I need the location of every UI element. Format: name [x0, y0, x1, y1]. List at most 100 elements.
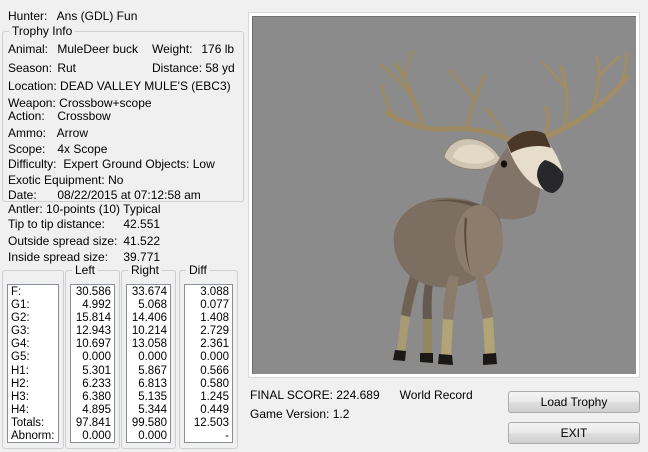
location-label: Location: [8, 79, 57, 93]
exit-button[interactable]: EXIT [508, 422, 640, 444]
measure-labels-listbox[interactable]: F: G1: G2: G3: G4: G5: H1: H2: H3: H4: T… [7, 284, 59, 443]
right-value: 10.214 [131, 325, 167, 338]
left-values-listbox[interactable]: 30.586 4.992 15.814 12.943 10.697 0.000 … [70, 284, 115, 443]
tip-to-tip-label: Tip to tip distance: [8, 217, 105, 231]
measure-row-label: G1: [11, 299, 30, 312]
left-value: 6.380 [82, 390, 111, 403]
game-version-value: 1.2 [332, 407, 350, 421]
location-value: DEAD VALLEY MULE'S (EBC3) [60, 79, 231, 93]
outside-spread-value: 41.522 [123, 234, 161, 248]
measure-row-label: G2: [11, 312, 30, 325]
right-value: 0.000 [138, 351, 167, 364]
exotic-equipment-value: No [108, 173, 124, 187]
difficulty-value: Expert [63, 157, 99, 171]
diff-value: 1.408 [200, 312, 229, 325]
tip-to-tip-row: Tip to tip distance: 42.551 [8, 217, 244, 231]
left-column-title: Left [72, 263, 99, 277]
left-value: 5.301 [82, 364, 111, 377]
measure-row-label: G3: [11, 325, 30, 338]
diff-value: 2.361 [200, 338, 229, 351]
scope-value: 4x Scope [57, 142, 108, 156]
diff-values-listbox[interactable]: 3.088 0.077 1.408 2.729 2.361 0.000 0.56… [184, 284, 233, 443]
ammo-label: Ammo: [8, 126, 47, 140]
date-row: Date: 08/22/2015 at 07:12:58 am [8, 188, 244, 202]
inside-spread-row: Inside spread size: 39.771 [8, 250, 244, 264]
measure-row-label: Totals: [11, 416, 45, 429]
final-score-label: FINAL SCORE: [250, 388, 333, 402]
measure-row-label: Abnorm: [11, 430, 55, 443]
diff-value: 2.729 [200, 325, 229, 338]
left-column-groupbox: Left 30.586 4.992 15.814 12.943 10.697 0… [65, 263, 120, 449]
measure-row-label: H1: [11, 364, 29, 377]
left-value: 97.841 [75, 416, 111, 429]
scope-label: Scope: [8, 142, 46, 156]
antler-summary-text: Antler: 10-points (10) Typical [8, 202, 161, 216]
scope-row: Scope: 4x Scope [8, 142, 244, 156]
load-trophy-button[interactable]: Load Trophy [508, 391, 640, 413]
left-value: 30.586 [75, 286, 111, 298]
weight-label: Weight: [152, 42, 193, 56]
outside-spread-row: Outside spread size: 41.522 [8, 234, 244, 248]
right-value: 5.135 [138, 390, 167, 403]
outside-spread-label: Outside spread size: [8, 234, 118, 248]
tip-to-tip-value: 42.551 [123, 217, 161, 231]
diff-value: 0.077 [200, 299, 229, 312]
measure-row-label: F: [11, 286, 22, 298]
trophy-viewport-frame [248, 12, 640, 378]
difficulty-label: Difficulty: [8, 157, 57, 171]
inside-spread-label: Inside spread size: [8, 250, 109, 264]
exotic-equipment-label: Exotic Equipment: [8, 173, 105, 187]
measure-row-label: G5: [11, 351, 30, 364]
hunter-row: Hunter: Ans (GDL) Fun [8, 9, 244, 23]
right-column-title: Right [128, 263, 163, 277]
diff-value: 0.566 [200, 364, 229, 377]
season-label: Season: [8, 61, 53, 75]
exotic-equipment-row: Exotic Equipment: No [8, 173, 244, 187]
weapon-label: Weapon: [8, 96, 56, 110]
ground-objects-label: Ground Objects: [102, 157, 190, 171]
weight-value: 176 lb [201, 42, 235, 56]
final-score-row: FINAL SCORE: 224.689 World Record [250, 388, 473, 402]
game-version-row: Game Version: 1.2 [250, 407, 349, 421]
measure-row-label: G4: [11, 338, 30, 351]
left-value: 10.697 [75, 338, 111, 351]
right-column-groupbox: Right 33.674 5.068 14.406 10.214 13.058 … [121, 263, 176, 449]
inside-spread-value: 39.771 [123, 250, 161, 264]
distance-label: Distance: [152, 61, 203, 75]
left-value: 6.233 [82, 377, 111, 390]
left-value: 0.000 [82, 351, 111, 364]
right-value: 99.580 [131, 416, 167, 429]
animal-value: MuleDeer buck [57, 42, 139, 56]
date-value: 08/22/2015 at 07:12:58 am [57, 188, 201, 202]
measure-row-label: H3: [11, 390, 29, 403]
right-value: 5.068 [138, 299, 167, 312]
diff-column-title: Diff [186, 263, 210, 277]
measure-row-label: H4: [11, 403, 29, 416]
hunter-label: Hunter: [8, 9, 48, 23]
animal-row: Animal: MuleDeer buck Weight: 176 lb [8, 42, 244, 56]
left-value: 12.943 [75, 325, 111, 338]
trophy-viewer-window: Hunter: Ans (GDL) Fun Trophy Info Animal… [0, 0, 648, 452]
ammo-value: Arrow [56, 126, 89, 140]
trophy-info-title: Trophy Info [9, 24, 76, 38]
right-value: 6.813 [138, 377, 167, 390]
action-label: Action: [8, 109, 45, 123]
measure-row-label: H2: [11, 377, 29, 390]
left-value: 4.992 [82, 299, 111, 312]
diff-column-groupbox: Diff 3.088 0.077 1.408 2.729 2.361 0.000… [179, 263, 238, 449]
left-value: 0.000 [82, 430, 111, 443]
season-value: Rut [57, 61, 77, 75]
diff-value: 0.449 [200, 403, 229, 416]
date-label: Date: [8, 188, 37, 202]
trophy-3d-viewport[interactable] [252, 16, 636, 374]
diff-value: 12.503 [193, 416, 229, 429]
diff-value: - [225, 430, 229, 443]
deer-render [379, 49, 630, 365]
antler-summary: Antler: 10-points (10) Typical [8, 202, 244, 216]
measure-labels-groupbox: F: G1: G2: G3: G4: G5: H1: H2: H3: H4: T… [2, 270, 64, 449]
right-value: 13.058 [131, 338, 167, 351]
right-value: 5.344 [138, 403, 167, 416]
diff-value: 0.000 [200, 351, 229, 364]
weapon-row: Weapon: Crossbow+scope [8, 96, 244, 110]
right-values-listbox[interactable]: 33.674 5.068 14.406 10.214 13.058 0.000 … [126, 284, 171, 443]
